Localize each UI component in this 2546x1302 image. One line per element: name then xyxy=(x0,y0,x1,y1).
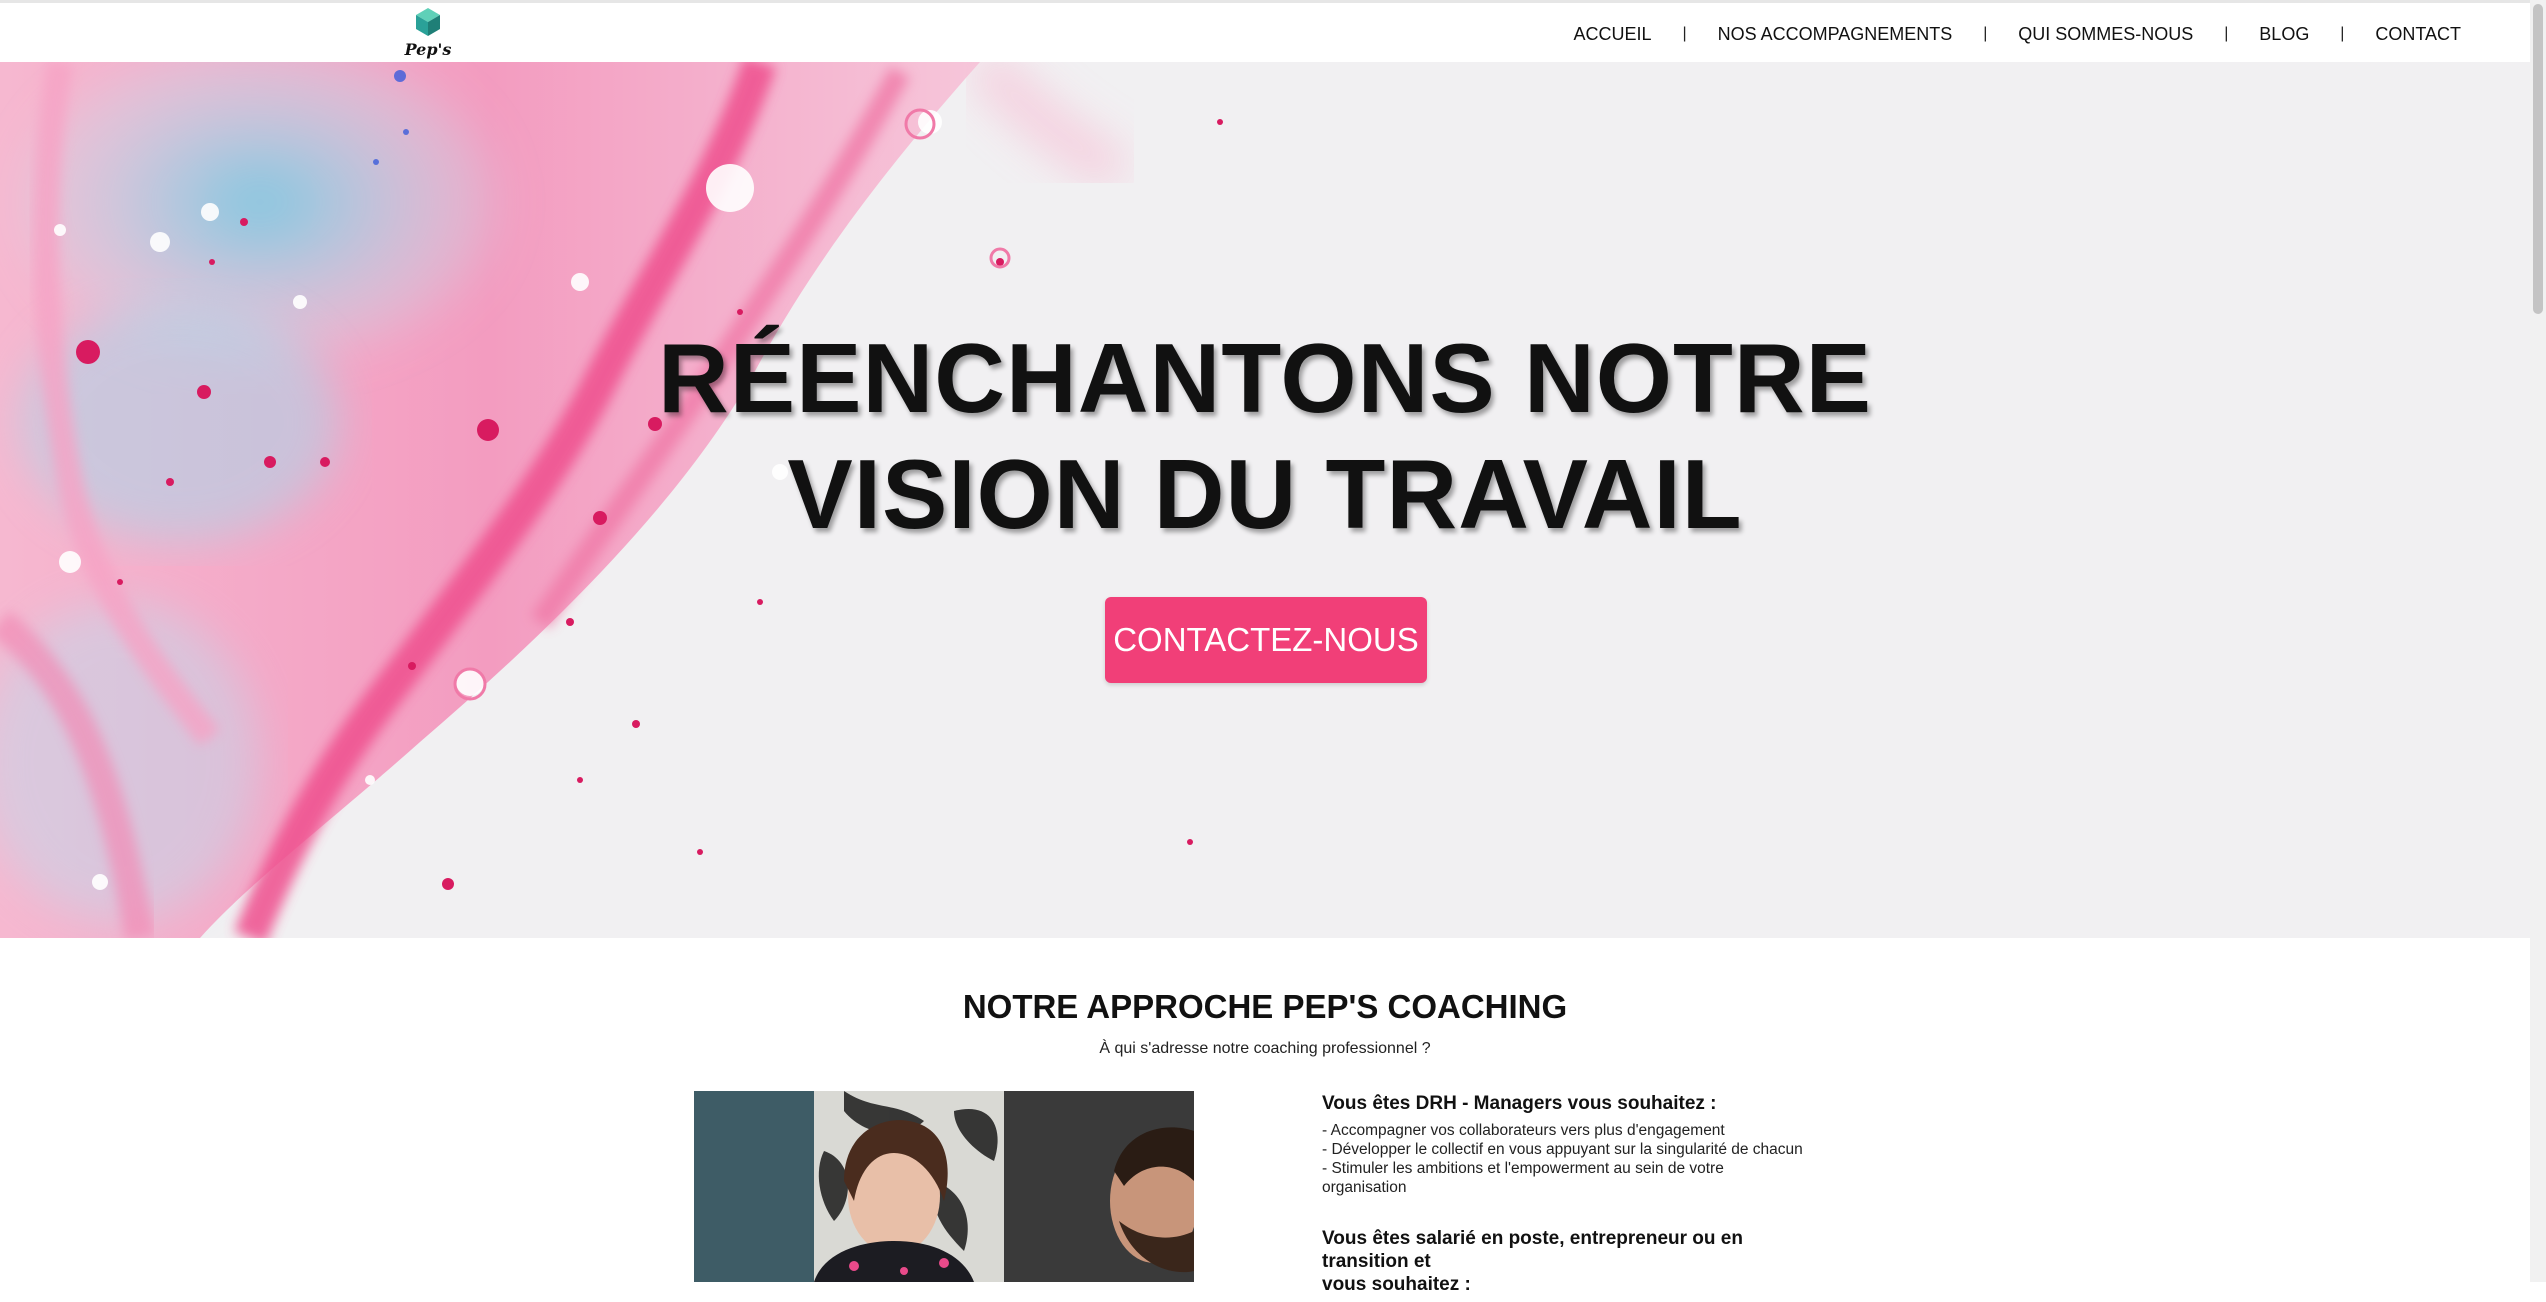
nav-blog[interactable]: BLOG xyxy=(2253,24,2315,45)
nav-qui-sommes-nous[interactable]: QUI SOMMES-NOUS xyxy=(2012,24,2199,45)
nav-contact[interactable]: CONTACT xyxy=(2369,24,2467,45)
hero-section: RÉENCHANTONS NOTRE VISION DU TRAVAIL CON… xyxy=(0,62,2530,938)
list-item: organisation xyxy=(1322,1179,1407,1196)
employee-heading-line2: vous souhaitez : xyxy=(1322,1274,1471,1295)
logo-text: Pep's xyxy=(404,40,452,59)
contact-us-button[interactable]: CONTACTEZ-NOUS xyxy=(1105,597,1427,683)
nav-accueil[interactable]: ACCUEIL xyxy=(1568,24,1658,45)
list-item: - Accompagner vos collaborateurs vers pl… xyxy=(1322,1122,1725,1139)
scrollbar-thumb[interactable] xyxy=(2533,4,2543,314)
nav-nos-accompagnements[interactable]: NOS ACCOMPAGNEMENTS xyxy=(1712,24,1959,45)
drh-heading: Vous êtes DRH - Managers vous souhaitez … xyxy=(1322,1093,1717,1114)
main-nav: ACCUEIL | NOS ACCOMPAGNEMENTS | QUI SOMM… xyxy=(1568,3,2467,65)
nav-separator: | xyxy=(2224,25,2229,42)
drh-list: - Accompagner vos collaborateurs vers pl… xyxy=(1322,1121,1822,1197)
nav-separator: | xyxy=(2340,25,2345,42)
employee-heading-line1: Vous êtes salarié en poste, entrepreneur… xyxy=(1322,1228,1743,1272)
top-navigation-bar: Pep's ACCUEIL | NOS ACCOMPAGNEMENTS | QU… xyxy=(0,0,2530,62)
hero-title: RÉENCHANTONS NOTRE VISION DU TRAVAIL xyxy=(0,320,2530,552)
employee-heading: Vous êtes salarié en poste, entrepreneur… xyxy=(1322,1227,1822,1296)
nav-separator: | xyxy=(1983,25,1988,42)
hero-title-line2: VISION DU TRAVAIL xyxy=(787,439,1743,549)
coaching-photo-art xyxy=(694,1091,1194,1282)
logo-cube-icon: Pep's xyxy=(404,8,452,59)
peps-logo[interactable]: Pep's xyxy=(400,5,456,61)
list-item: - Stimuler les ambitions et l'empowermen… xyxy=(1322,1160,1724,1177)
hero-title-line1: RÉENCHANTONS NOTRE xyxy=(657,323,1873,433)
list-item: - Développer le collectif en vous appuya… xyxy=(1322,1141,1803,1158)
page-scrollbar[interactable] xyxy=(2530,0,2546,1282)
audience-column: Vous êtes DRH - Managers vous souhaitez … xyxy=(1322,1092,1822,1302)
nav-separator: | xyxy=(1682,25,1687,42)
approach-title: NOTRE APPROCHE PEP'S COACHING xyxy=(962,988,1568,1025)
approach-subtitle: À qui s'adresse notre coaching professio… xyxy=(1099,1040,1431,1057)
coaching-photo xyxy=(694,1091,1194,1282)
